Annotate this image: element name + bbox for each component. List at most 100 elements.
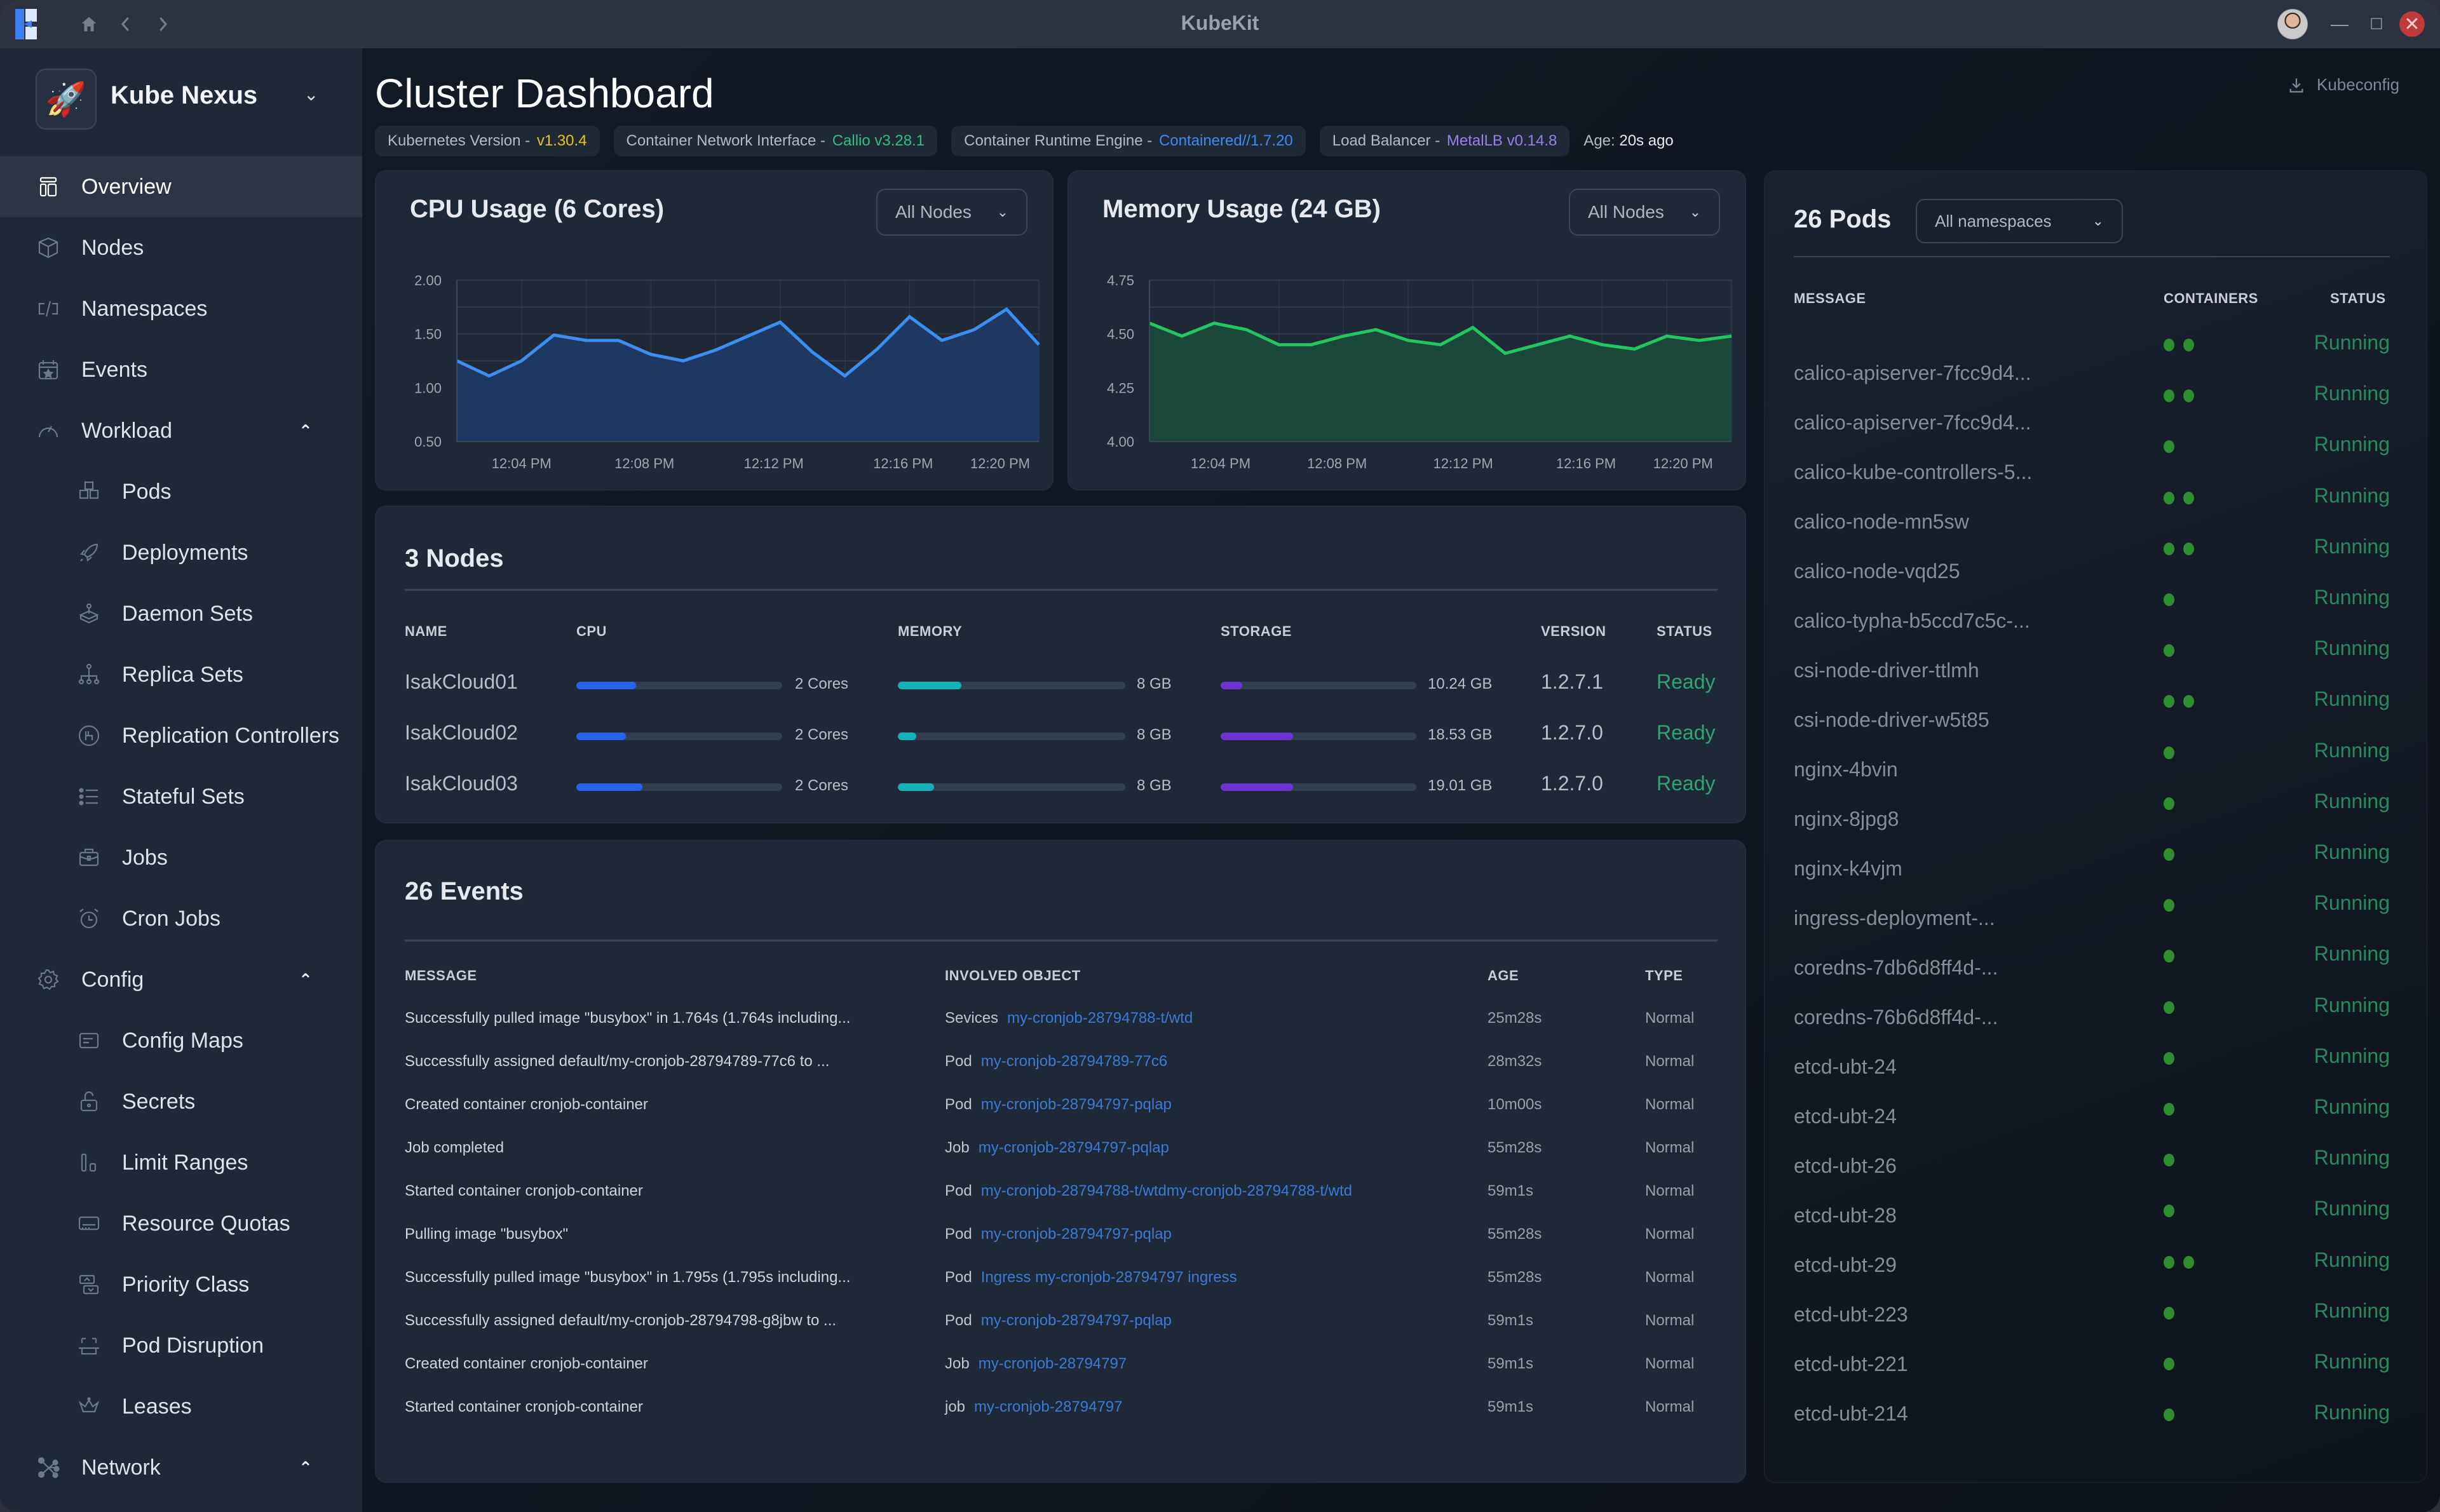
event-type: Normal [1645, 1096, 1695, 1113]
event-age: 28m32s [1488, 1053, 1542, 1070]
sidebar-item-priority-class[interactable]: Priority Class [0, 1254, 362, 1315]
pod-name[interactable]: coredns-76b6d8ff4d-... [1794, 1006, 1998, 1029]
container-dot [2164, 950, 2174, 963]
sidebar-item-workload[interactable]: Workload ⌃ [0, 400, 362, 461]
event-message: Started container cronjob-container [405, 1182, 643, 1199]
event-object-link[interactable]: my-cronjob-28794797-pqlap [981, 1096, 1172, 1113]
event-message: Created container cronjob-container [405, 1096, 648, 1113]
cluster-name[interactable]: Kube Nexus [111, 81, 257, 110]
pod-name[interactable]: calico-apiserver-7fcc9d4... [1794, 411, 2031, 435]
sidebar-item-replica-sets[interactable]: Replica Sets [0, 644, 362, 705]
pod-name[interactable]: etcd-ubt-223 [1794, 1303, 1908, 1326]
sidebar-item-replication-controllers[interactable]: Replication Controllers [0, 705, 362, 766]
pod-name[interactable]: calico-apiserver-7fcc9d4... [1794, 361, 2031, 385]
sidebar-item-config-maps[interactable]: Config Maps [0, 1010, 362, 1071]
sidebar-item-deployments[interactable]: Deployments [0, 522, 362, 583]
event-object-link[interactable]: my-cronjob-28794797-pqlap [979, 1139, 1169, 1156]
download-icon [2289, 78, 2303, 93]
sidebar-item-label: Priority Class [122, 1272, 250, 1297]
sidebar-item-pod-disruption[interactable]: Pod Disruption [0, 1315, 362, 1376]
pod-name[interactable]: etcd-ubt-221 [1794, 1353, 1908, 1376]
chevron-up-icon[interactable]: ⌃ [299, 970, 313, 990]
sidebar-item-network[interactable]: Network ⌃ [0, 1437, 362, 1498]
sidebar-item-pods[interactable]: Pods [0, 461, 362, 522]
container-dot [2164, 899, 2174, 912]
pod-name[interactable]: nginx-k4vjm [1794, 857, 1902, 881]
event-object-link[interactable]: my-cronjob-28794797 [974, 1398, 1122, 1415]
sidebar-item-cron-jobs[interactable]: Cron Jobs [0, 888, 362, 949]
window-title: KubeKit [1181, 11, 1259, 34]
sidebar-item-overview[interactable]: Overview [0, 156, 362, 217]
container-dot [2164, 339, 2174, 351]
sidebar-item-jobs[interactable]: Jobs [0, 827, 362, 888]
y-tick-label: 4.00 [1107, 434, 1134, 450]
cluster-logo[interactable]: 🚀 [36, 69, 97, 130]
pod-name[interactable]: etcd-ubt-24 [1794, 1105, 1897, 1128]
sidebar-item-config[interactable]: Config ⌃ [0, 949, 362, 1010]
pod-status: Running [2314, 993, 2390, 1016]
event-object-link[interactable]: my-cronjob-28794788-t/wtd [1007, 1009, 1193, 1027]
event-object: Job my-cronjob-28794797-pqlap [945, 1139, 1169, 1157]
sidebar-item-nodes[interactable]: Nodes [0, 217, 362, 278]
storage-bar-fill [1221, 682, 1242, 689]
pod-name[interactable]: calico-node-mn5sw [1794, 510, 1969, 534]
pod-containers [2164, 899, 2174, 912]
sidebar-item-label: Resource Quotas [122, 1211, 290, 1236]
event-message: Job completed [405, 1139, 505, 1156]
user-avatar[interactable] [2277, 9, 2308, 39]
event-object-link[interactable]: my-cronjob-28794797-pqlap [981, 1225, 1172, 1243]
pod-name[interactable]: csi-node-driver-ttlmh [1794, 659, 1979, 682]
cpu-chart: 0.50 1.00 1.50 2.00 12:04 PM 12:08 PM 12:12 PM… [414, 273, 1040, 471]
storage-bar [1221, 783, 1416, 791]
pod-name[interactable]: etcd-ubt-29 [1794, 1253, 1897, 1277]
event-object-kind: Pod [945, 1182, 972, 1199]
sidebar-item-label: Pod Disruption [122, 1333, 264, 1358]
col-type: TYPE [1645, 968, 1683, 983]
node-name[interactable]: IsakCloud03 [405, 772, 518, 795]
sidebar-item-label: Workload [81, 418, 172, 443]
pod-name[interactable]: etcd-ubt-214 [1794, 1402, 1908, 1426]
x-tick-label: 12:08 PM [614, 456, 674, 471]
sidebar-item-daemon-sets[interactable]: Daemon Sets [0, 583, 362, 644]
memory-bar [898, 783, 1125, 791]
container-dot [2164, 1358, 2174, 1370]
chevron-up-icon[interactable]: ⌃ [299, 1458, 313, 1478]
pod-name[interactable]: calico-kube-controllers-5... [1794, 461, 2032, 484]
container-dot [2183, 491, 2194, 504]
y-tick-label: 0.50 [414, 434, 442, 450]
pod-name[interactable]: calico-node-vqd25 [1794, 560, 1960, 583]
close-button[interactable]: ✕ [2399, 11, 2425, 37]
event-message: Created container cronjob-container [405, 1355, 648, 1372]
event-object-link[interactable]: my-cronjob-28794789-77c6 [981, 1053, 1168, 1070]
sidebar-item-secrets[interactable]: Secrets [0, 1071, 362, 1132]
node-name[interactable]: IsakCloud01 [405, 670, 518, 694]
pod-name[interactable]: ingress-deployment-... [1794, 907, 1995, 930]
sidebar-item-namespaces[interactable]: Namespaces [0, 278, 362, 339]
event-object-link[interactable]: my-cronjob-28794797-pqlap [981, 1312, 1172, 1329]
pod-name[interactable]: nginx-4bvin [1794, 758, 1898, 781]
gear-icon [36, 967, 61, 992]
sidebar-item-limit-ranges[interactable]: Limit Ranges [0, 1132, 362, 1193]
node-name[interactable]: IsakCloud02 [405, 721, 518, 745]
maximize-button[interactable]: ☐ [2362, 10, 2390, 38]
pod-name[interactable]: csi-node-driver-w5t85 [1794, 708, 1989, 732]
pod-status: Running [2314, 1248, 2390, 1271]
pod-name[interactable]: etcd-ubt-24 [1794, 1055, 1897, 1079]
pod-name[interactable]: calico-typha-b5ccd7c5c-... [1794, 609, 2030, 633]
sidebar-item-leases[interactable]: Leases [0, 1376, 362, 1437]
sidebar-item-stateful-sets[interactable]: Stateful Sets [0, 766, 362, 827]
minimize-button[interactable]: — [2326, 10, 2354, 38]
kubeconfig-button[interactable]: Kubeconfig [2288, 75, 2399, 95]
pod-name[interactable]: etcd-ubt-28 [1794, 1204, 1897, 1227]
cluster-dropdown-chevron-icon[interactable]: ⌄ [304, 84, 318, 105]
event-object-link[interactable]: my-cronjob-28794788-t/wtdmy-cronjob-2879… [981, 1182, 1352, 1199]
pod-name[interactable]: nginx-8jpg8 [1794, 807, 1899, 831]
sidebar-item-events[interactable]: Events [0, 339, 362, 400]
pod-name[interactable]: coredns-7db6d8ff4d-... [1794, 956, 1998, 980]
event-object-link[interactable]: Ingress my-cronjob-28794797 ingress [981, 1269, 1237, 1286]
lock-open-icon [76, 1089, 102, 1114]
event-object-link[interactable]: my-cronjob-28794797 [979, 1355, 1127, 1372]
chevron-up-icon[interactable]: ⌃ [299, 421, 313, 441]
sidebar-item-resource-quotas[interactable]: Resource Quotas [0, 1193, 362, 1254]
pod-name[interactable]: etcd-ubt-26 [1794, 1154, 1897, 1178]
